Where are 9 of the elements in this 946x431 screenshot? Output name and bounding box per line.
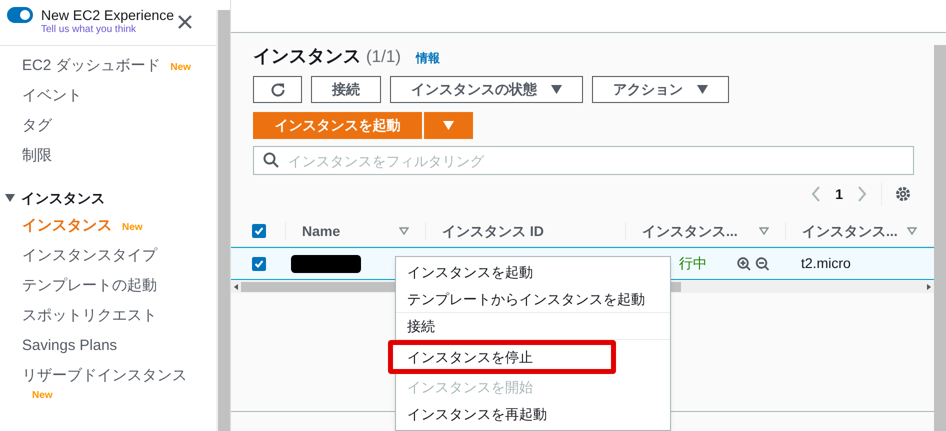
- status-text: 行中: [679, 254, 707, 273]
- banner-title: New EC2 Experience: [41, 6, 173, 24]
- panel-title: インスタンス: [253, 45, 361, 68]
- new-label: New: [32, 389, 53, 403]
- instance-count: (1/1): [366, 46, 401, 68]
- menu-item: インスタンスを開始: [406, 378, 534, 397]
- new-label: New: [170, 60, 191, 74]
- table-cell-text: t2.micro: [800, 254, 852, 273]
- new-label: New: [122, 220, 143, 234]
